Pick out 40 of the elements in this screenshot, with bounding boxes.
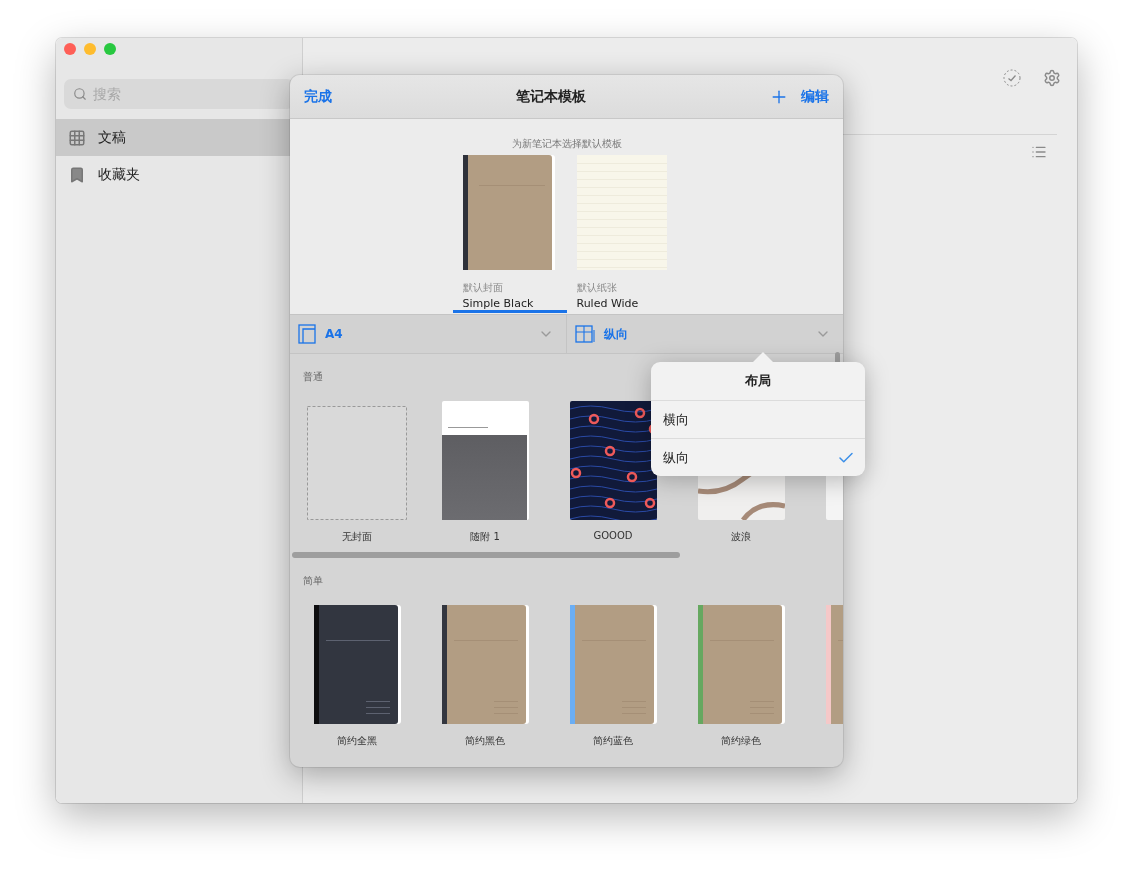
cover-name: 简约蓝色 [593, 734, 633, 748]
grid-icon [68, 128, 86, 147]
cover-name: 简约全黑 [337, 734, 377, 748]
cover-name: GOOOD [593, 530, 633, 541]
notebook-cover[interactable] [441, 605, 529, 724]
popover-title: 布局 [745, 372, 771, 390]
cover-name: 随附 1 [470, 530, 500, 544]
cover-name: 无封面 [342, 530, 372, 544]
search-icon [73, 87, 87, 101]
template-name: Simple Black [462, 297, 534, 310]
minimize-button[interactable] [84, 43, 96, 55]
layout-icon [575, 325, 595, 343]
cover-name: 波浪 [731, 530, 751, 544]
default-template-tab[interactable]: 默认封面 Simple Black [452, 155, 567, 313]
sheet-title: 笔记本模板 [514, 87, 587, 106]
layout-option[interactable]: 横向 [651, 401, 865, 439]
sidebar-label: 文稿 [98, 128, 126, 147]
default-template-tab[interactable]: 默认纸张 Ruled Wide [566, 155, 681, 313]
notebook-cover[interactable] [441, 401, 529, 520]
cover-name: 简约黑色 [465, 734, 505, 748]
settings-icon[interactable] [1043, 69, 1061, 87]
scrollbar[interactable] [292, 552, 680, 558]
notebook-cover[interactable] [462, 155, 555, 270]
close-button[interactable] [64, 43, 76, 55]
cover-name: 简约绿色 [721, 734, 761, 748]
notebook-cover[interactable] [313, 605, 401, 724]
defaults-caption: 为新笔记本选择默认模板 [511, 137, 622, 151]
template-caption: 默认封面 [462, 281, 503, 295]
zoom-button[interactable] [104, 43, 116, 55]
notebook-cover[interactable] [569, 401, 657, 520]
layout-option[interactable]: 纵向 [651, 439, 865, 476]
section-title: 普通 [303, 370, 323, 384]
template-caption: 默认纸张 [576, 281, 617, 295]
check-circle-icon[interactable] [1003, 69, 1021, 87]
template-name: Ruled Wide [576, 297, 639, 310]
section-title: 简单 [303, 574, 323, 588]
page-size-icon [298, 324, 316, 344]
bookmark-icon [68, 165, 86, 184]
sidebar-label: 收藏夹 [98, 165, 140, 184]
list-icon[interactable] [1031, 144, 1047, 160]
